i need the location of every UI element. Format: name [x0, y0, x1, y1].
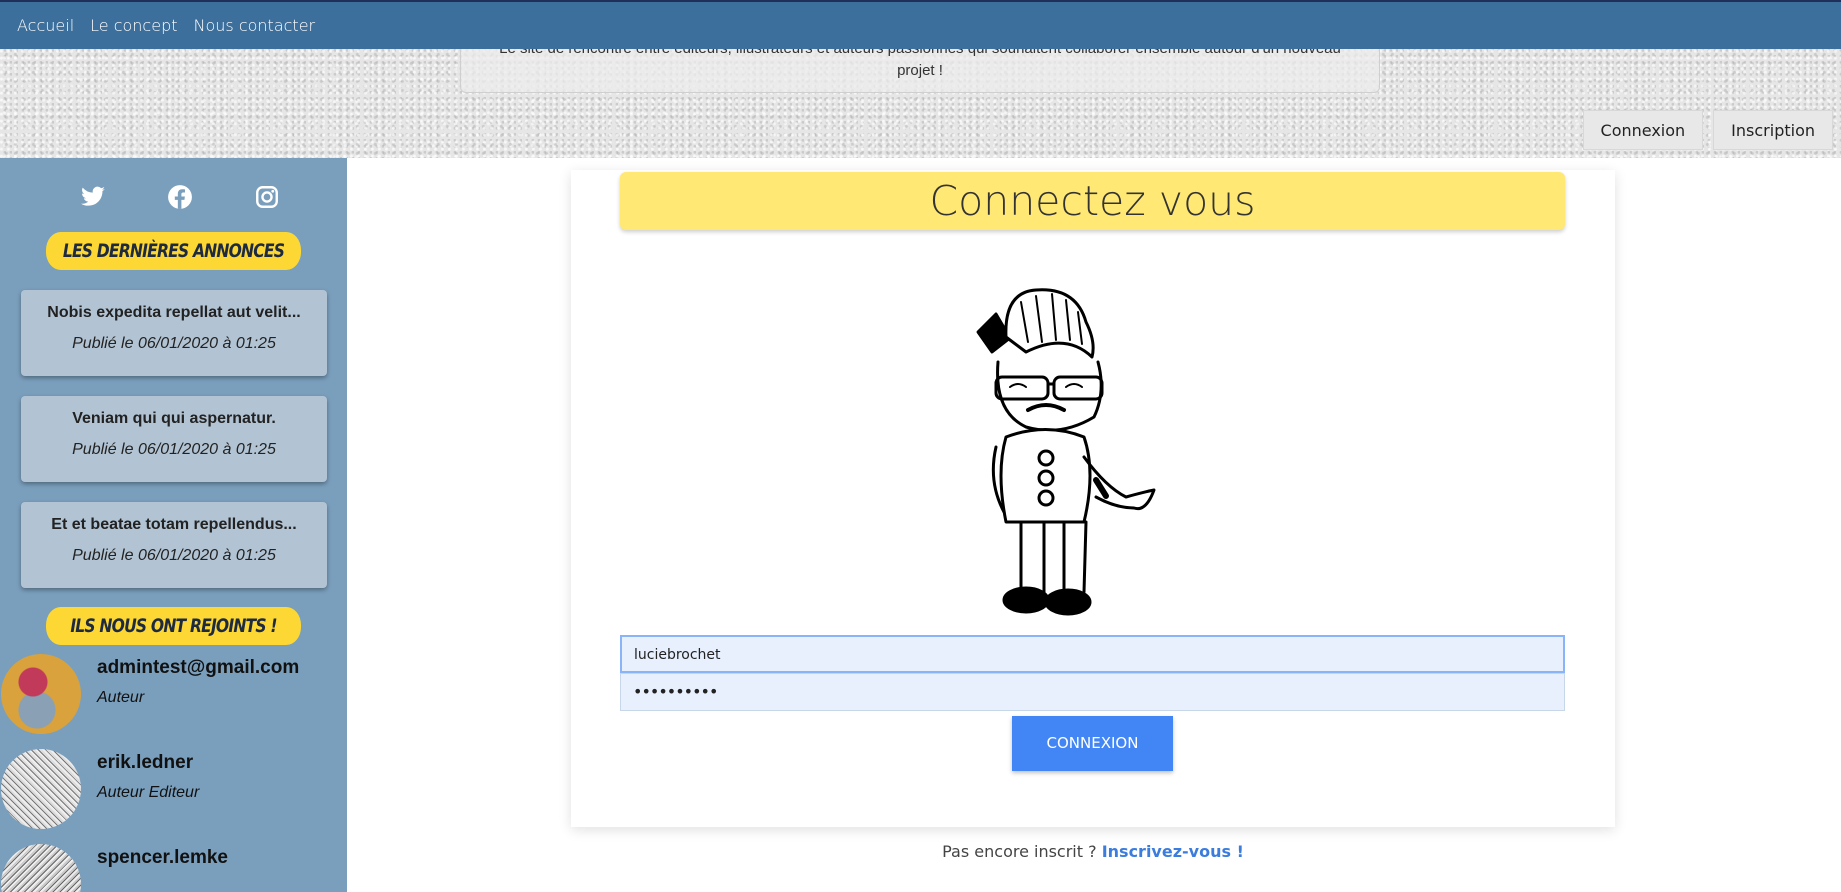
member-item[interactable]: erik.ledner Auteur Editeur: [0, 744, 347, 839]
instagram-icon[interactable]: [254, 184, 280, 210]
header-login-button[interactable]: Connexion: [1582, 110, 1704, 150]
site-tagline: Le site de rencontre entre éditeurs, ill…: [460, 49, 1380, 93]
announcement-date: Publié le 06/01/2020 à 01:25: [72, 441, 276, 458]
social-links: [80, 184, 280, 210]
new-members-heading: ILS NOUS ONT REJOINTS !: [45, 607, 302, 645]
announcement-date: Publié le 06/01/2020 à 01:25: [72, 547, 276, 564]
announcement-title: Nobis expedita repellat aut velit...: [47, 304, 301, 321]
nav-link-accueil[interactable]: Accueil: [17, 16, 74, 35]
member-name: erik.ledner: [97, 752, 194, 773]
nav-link-nous-contacter[interactable]: Nous contacter: [194, 16, 316, 35]
tagline-line-1: Le site de rencontre entre éditeurs, ill…: [461, 49, 1379, 60]
signup-prompt: Pas encore inscrit ? Inscrivez-vous !: [571, 842, 1615, 861]
announcement-date: Publié le 06/01/2020 à 01:25: [72, 335, 276, 352]
announcement-card[interactable]: Veniam qui qui aspernatur. Publié le 06/…: [21, 396, 327, 482]
login-submit-button[interactable]: CONNEXION: [1012, 716, 1173, 771]
avatar: [1, 654, 81, 734]
announcement-title: Et et beatae totam repellendus...: [51, 516, 297, 533]
latest-announcements-heading: LES DERNIÈRES ANNONCES: [45, 232, 302, 270]
signup-link[interactable]: Inscrivez-vous !: [1102, 842, 1244, 861]
page-title: Connectez vous: [620, 172, 1565, 230]
member-name: admintest@gmail.com: [97, 657, 300, 678]
password-input[interactable]: ••••••••••: [620, 673, 1565, 711]
member-role: Auteur: [97, 689, 145, 706]
announcement-title: Veniam qui qui aspernatur.: [72, 410, 276, 427]
login-card: Connectez vous luciebrochet •••••••••• C…: [571, 170, 1615, 827]
member-item[interactable]: admintest@gmail.com Auteur: [0, 649, 347, 744]
username-input[interactable]: luciebrochet: [620, 635, 1565, 673]
nav-link-le-concept[interactable]: Le concept: [90, 16, 177, 35]
member-item[interactable]: spencer.lemke: [0, 839, 347, 892]
avatar: [1, 749, 81, 829]
announcement-card[interactable]: Et et beatae totam repellendus... Publié…: [21, 502, 327, 588]
top-navbar: Accueil Le concept Nous contacter: [0, 0, 1841, 49]
header-register-button[interactable]: Inscription: [1713, 110, 1833, 150]
tagline-line-2: projet !: [897, 62, 943, 79]
member-role: Auteur Editeur: [97, 784, 200, 801]
avatar: [1, 844, 81, 892]
facebook-icon[interactable]: [167, 184, 193, 210]
sidebar: LES DERNIÈRES ANNONCES Nobis expedita re…: [0, 158, 347, 892]
twitter-icon[interactable]: [80, 184, 106, 210]
member-name: spencer.lemke: [97, 847, 228, 868]
announcement-card[interactable]: Nobis expedita repellat aut velit... Pub…: [21, 290, 327, 376]
auth-buttons: Connexion Inscription: [1582, 110, 1833, 150]
header-banner: Le site de rencontre entre éditeurs, ill…: [0, 49, 1841, 158]
mascot-illustration: [966, 282, 1206, 622]
signup-text: Pas encore inscrit ?: [942, 842, 1097, 861]
